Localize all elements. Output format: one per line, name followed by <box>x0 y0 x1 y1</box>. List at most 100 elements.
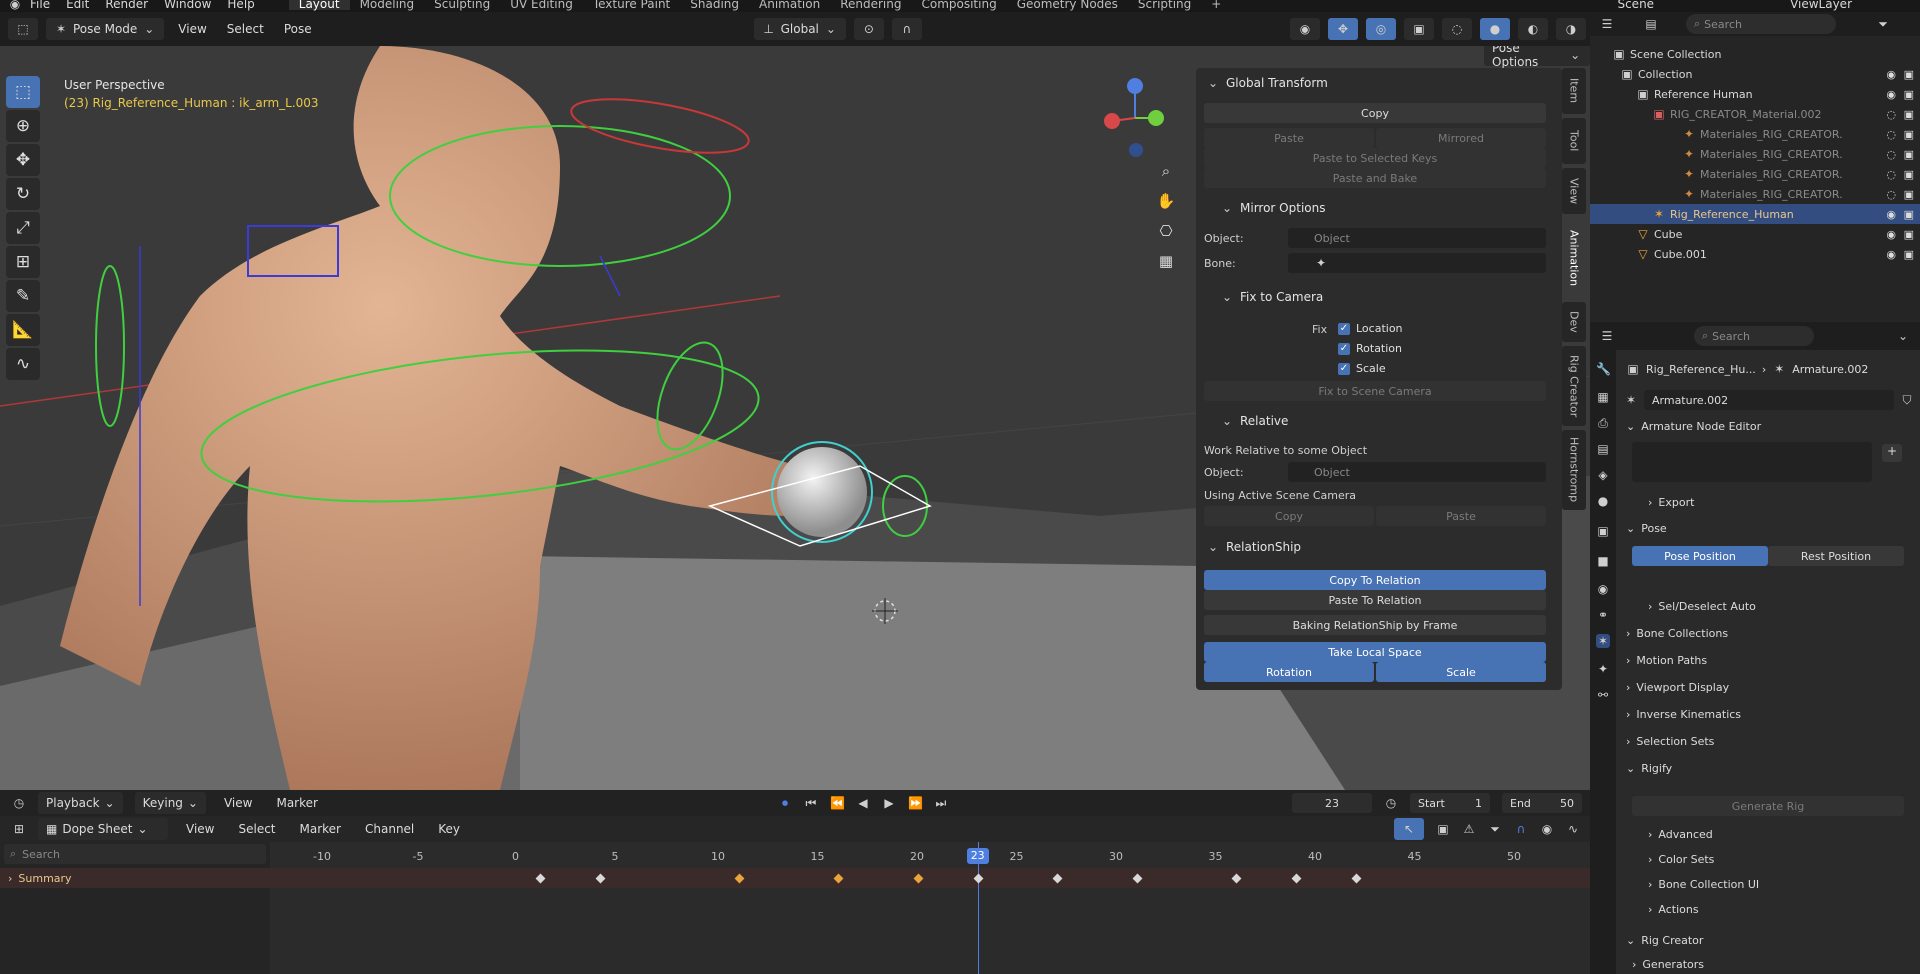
menu-help[interactable]: Help <box>219 0 262 10</box>
export-subpanel[interactable]: › Export <box>1648 496 1694 509</box>
dopesheet-select-menu[interactable]: Select <box>232 822 281 836</box>
mirror-object-field[interactable]: Object <box>1288 228 1546 248</box>
breadcrumb-data[interactable]: Armature.002 <box>1792 363 1868 376</box>
hidden-toggle-icon[interactable]: ▣ <box>1436 822 1450 836</box>
camera-icon[interactable]: ▣ <box>1904 88 1914 101</box>
next-keyframe-icon[interactable]: ⏩ <box>908 796 923 810</box>
rotation-button[interactable]: Rotation <box>1204 662 1374 682</box>
eye-icon[interactable]: ◉ <box>1886 248 1896 261</box>
playback-menu[interactable]: Playback ⌄ <box>38 792 123 814</box>
mirror-bone-field[interactable]: ✦ <box>1288 253 1546 273</box>
bone-constraints-tab-icon[interactable]: ⚯ <box>1596 688 1610 702</box>
outliner-row-material-4[interactable]: ✦ Materiales_RIG_CREATOR. ◌ ▣ <box>1590 184 1920 204</box>
armature-name-field[interactable]: Armature.002 <box>1644 390 1894 410</box>
dopesheet-view-menu[interactable]: View <box>180 822 220 836</box>
eye-icon[interactable]: ◌ <box>1886 188 1896 201</box>
outliner-row-reference-human[interactable]: ▣ Reference Human ◉ ▣ <box>1590 84 1920 104</box>
overlays-toggle[interactable]: ◎ <box>1366 18 1396 40</box>
outliner-row-material-2[interactable]: ✦ Materiales_RIG_CREATOR. ◌ ▣ <box>1590 144 1920 164</box>
tab-rig-creator[interactable]: Rig Creator <box>1562 346 1586 426</box>
paste-to-relation-button[interactable]: Paste To Relation <box>1204 590 1546 610</box>
collection-tab-icon[interactable]: ▣ <box>1596 524 1610 538</box>
relative-paste-button[interactable]: Paste <box>1376 506 1546 526</box>
pose-position-button[interactable]: Pose Position <box>1632 546 1768 566</box>
gizmo-y-handle[interactable] <box>1148 110 1164 126</box>
fix-rotation-checkbox[interactable]: ✓ Rotation <box>1338 342 1402 355</box>
add-node-button[interactable]: + <box>1882 444 1902 462</box>
camera-icon[interactable]: ▣ <box>1904 248 1914 261</box>
paste-button[interactable]: Paste <box>1204 128 1374 148</box>
dopesheet-channel-menu[interactable]: Channel <box>359 822 420 836</box>
curve-icon[interactable]: ∿ <box>1566 822 1580 836</box>
scene-tab-icon[interactable]: ◈ <box>1596 468 1610 482</box>
camera-icon[interactable]: ▣ <box>1904 108 1914 121</box>
fix-to-scene-camera-button[interactable]: Fix to Scene Camera <box>1204 381 1546 401</box>
playhead-frame-badge[interactable]: 23 <box>966 848 989 864</box>
keying-menu[interactable]: Keying ⌄ <box>134 792 206 814</box>
timeline-marker-menu[interactable]: Marker <box>270 796 323 810</box>
ortho-toggle-button[interactable]: ▦ <box>1154 252 1178 276</box>
play-icon[interactable]: ▶ <box>882 796 896 810</box>
viewport-display-header[interactable]: › Viewport Display <box>1626 681 1729 694</box>
eye-icon[interactable]: ◉ <box>1886 68 1896 81</box>
scene-selector[interactable]: Scene <box>1609 0 1662 10</box>
camera-icon[interactable]: ▣ <box>1904 188 1914 201</box>
baking-relationship-button[interactable]: Baking RelationShip by Frame <box>1204 615 1546 635</box>
camera-icon[interactable]: ▣ <box>1904 148 1914 161</box>
blender-logo-icon[interactable]: ◉ <box>8 0 22 11</box>
outliner-row-cube[interactable]: ▽ Cube ◉ ▣ <box>1590 224 1920 244</box>
relative-header[interactable]: ⌄ Relative <box>1220 414 1288 428</box>
shading-wireframe[interactable]: ◌ <box>1442 18 1472 40</box>
pivot-point-button[interactable]: ⊙ <box>853 18 884 40</box>
paste-selected-keys-button[interactable]: Paste to Selected Keys <box>1204 148 1546 168</box>
pan-button[interactable]: ✋ <box>1154 192 1178 216</box>
sphere-object[interactable] <box>777 447 867 537</box>
eye-icon[interactable]: ◉ <box>1886 228 1896 241</box>
mirrored-button[interactable]: Mirrored <box>1376 128 1546 148</box>
rigify-header[interactable]: ⌄ Rigify <box>1626 762 1672 775</box>
dopesheet-editor-icon[interactable]: ⊞ <box>12 822 26 836</box>
eye-icon[interactable]: ◉ <box>1886 88 1896 101</box>
transform-orientation-selector[interactable]: ⊥ Global ⌄ <box>753 18 846 40</box>
eye-icon[interactable]: ◌ <box>1886 148 1896 161</box>
tool-tab-icon[interactable]: 🔧 <box>1596 362 1611 376</box>
fix-to-camera-header[interactable]: ⌄ Fix to Camera <box>1220 290 1323 304</box>
mode-selector[interactable]: ✶ Pose Mode ⌄ <box>46 18 165 40</box>
add-workspace-button[interactable]: + <box>1201 0 1231 10</box>
eye-icon[interactable]: ◌ <box>1886 128 1896 141</box>
armature-node-editor-header[interactable]: ⌄ Armature Node Editor <box>1626 420 1761 433</box>
tab-view[interactable]: View <box>1562 168 1586 214</box>
properties-editor-icon[interactable]: ☰ <box>1600 329 1614 343</box>
advanced-subpanel[interactable]: › Advanced <box>1648 828 1713 841</box>
visibility-button[interactable]: ◉ <box>1290 18 1320 40</box>
workspace-tab-shading[interactable]: Shading <box>680 0 749 10</box>
tab-hornstromp[interactable]: Hornstromp <box>1562 430 1586 510</box>
shading-rendered[interactable]: ◑ <box>1556 18 1586 40</box>
dopesheet-key-menu[interactable]: Key <box>432 822 466 836</box>
copy-button[interactable]: Copy <box>1204 103 1546 123</box>
workspace-tab-modeling[interactable]: Modeling <box>350 0 425 10</box>
fix-location-checkbox[interactable]: ✓ Location <box>1338 322 1403 335</box>
outliner-row-material-1[interactable]: ✦ Materiales_RIG_CREATOR. ◌ ▣ <box>1590 124 1920 144</box>
move-tool[interactable]: ✥ <box>6 144 40 176</box>
outliner-search-input[interactable]: ⌕ Search <box>1686 14 1836 34</box>
armature-data-tab-icon[interactable]: ✶ <box>1596 634 1610 648</box>
chevron-down-icon[interactable]: ⌄ <box>1896 329 1910 343</box>
clock-icon[interactable]: ◷ <box>12 796 26 810</box>
bone-collection-ui-subpanel[interactable]: › Bone Collection UI <box>1648 878 1759 891</box>
menu-file[interactable]: File <box>22 0 58 10</box>
xray-toggle[interactable]: ▣ <box>1404 18 1434 40</box>
workspace-tab-layout[interactable]: Layout <box>288 0 350 10</box>
relax-tool[interactable]: ∿ <box>6 348 40 380</box>
relative-object-field[interactable]: Object <box>1288 462 1546 482</box>
rig-creator-header[interactable]: ⌄ Rig Creator <box>1626 934 1703 947</box>
shield-icon[interactable]: ⛉ <box>1900 393 1914 407</box>
workspace-tab-rendering[interactable]: Rendering <box>830 0 911 10</box>
zoom-button[interactable]: ⌕ <box>1154 162 1178 186</box>
tab-item[interactable]: Item <box>1562 68 1586 114</box>
eye-icon[interactable]: ◌ <box>1886 108 1896 121</box>
snapping-button[interactable]: ∩ <box>891 18 922 40</box>
menu-render[interactable]: Render <box>97 0 156 10</box>
outliner-row-cube-001[interactable]: ▽ Cube.001 ◉ ▣ <box>1590 244 1920 264</box>
outliner-editor-icon[interactable]: ☰ <box>1600 17 1614 31</box>
